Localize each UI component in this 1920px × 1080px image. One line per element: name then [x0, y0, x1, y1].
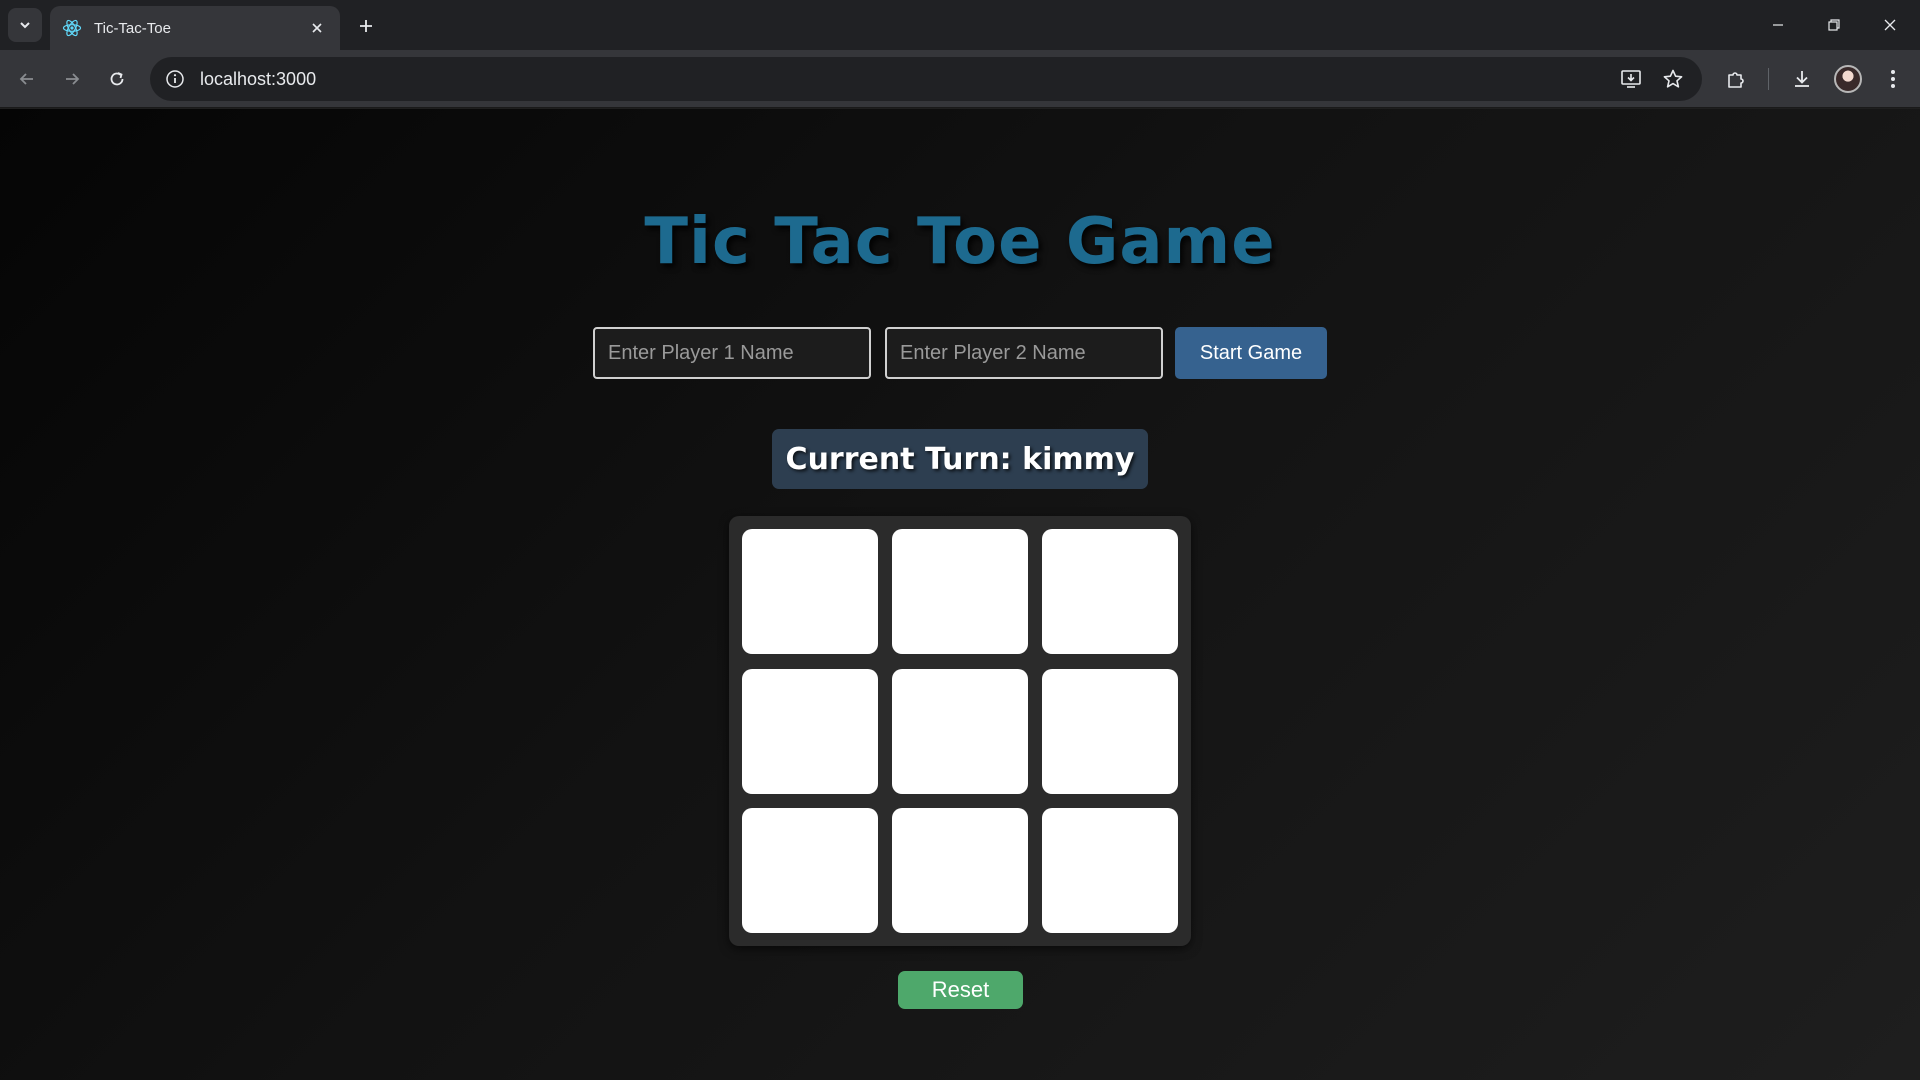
minimize-icon [1773, 24, 1783, 26]
restore-button[interactable] [1806, 0, 1862, 50]
board-cell-8[interactable] [892, 808, 1028, 933]
player2-name-input[interactable] [885, 327, 1163, 379]
extensions-button[interactable] [1722, 65, 1750, 93]
page-title: Tic Tac Toe Game [644, 205, 1276, 279]
forward-arrow-icon [66, 73, 80, 85]
address-bar[interactable]: localhost:3000 [150, 57, 1702, 101]
current-turn-indicator: Current Turn: kimmy [772, 429, 1148, 489]
tab-close-button[interactable] [306, 17, 328, 39]
board-cell-6[interactable] [1042, 669, 1178, 794]
board-cell-4[interactable] [742, 669, 878, 794]
browser-toolbar: localhost:3000 [0, 50, 1920, 108]
install-app-icon [1621, 70, 1641, 88]
back-button[interactable] [12, 64, 42, 94]
board-cell-7[interactable] [742, 808, 878, 933]
info-icon[interactable] [164, 68, 186, 90]
board-cell-1[interactable] [742, 529, 878, 654]
player1-name-input[interactable] [593, 327, 871, 379]
board-cell-3[interactable] [1042, 529, 1178, 654]
plus-icon [360, 20, 372, 32]
puzzle-icon [1728, 72, 1744, 88]
close-icon [312, 23, 322, 33]
close-icon [1884, 19, 1896, 31]
url-text: localhost:3000 [200, 68, 317, 89]
restore-icon [1828, 19, 1840, 31]
minimize-button[interactable] [1750, 0, 1806, 50]
start-game-button[interactable]: Start Game [1175, 327, 1327, 379]
download-icon [1795, 71, 1809, 87]
tab-search-button[interactable] [8, 8, 42, 42]
reset-button[interactable]: Reset [898, 971, 1023, 1009]
board-cell-9[interactable] [1042, 808, 1178, 933]
board-cell-5[interactable] [892, 669, 1028, 794]
close-window-button[interactable] [1862, 0, 1918, 50]
back-arrow-icon [19, 73, 33, 85]
game-board [729, 516, 1191, 946]
browser-tab[interactable]: Tic-Tac-Toe [50, 6, 340, 50]
react-icon [62, 18, 82, 38]
star-icon [1663, 69, 1683, 88]
new-tab-button[interactable] [352, 12, 380, 40]
toolbar-divider [1768, 68, 1769, 90]
forward-button[interactable] [57, 64, 87, 94]
downloads-button[interactable] [1788, 65, 1816, 93]
board-cell-2[interactable] [892, 529, 1028, 654]
kebab-menu-icon [1891, 70, 1895, 88]
browser-menu-button[interactable] [1879, 65, 1907, 93]
reload-icon [110, 72, 124, 86]
tab-strip: Tic-Tac-Toe [0, 0, 1920, 50]
tab-title: Tic-Tac-Toe [94, 19, 171, 37]
bookmark-button[interactable] [1660, 66, 1686, 92]
avatar[interactable] [1834, 65, 1862, 93]
chevron-down-icon [20, 22, 30, 29]
page-content: Tic Tac Toe Game Start Game Current Turn… [0, 109, 1920, 1080]
install-app-button[interactable] [1618, 66, 1644, 92]
reload-button[interactable] [102, 64, 132, 94]
